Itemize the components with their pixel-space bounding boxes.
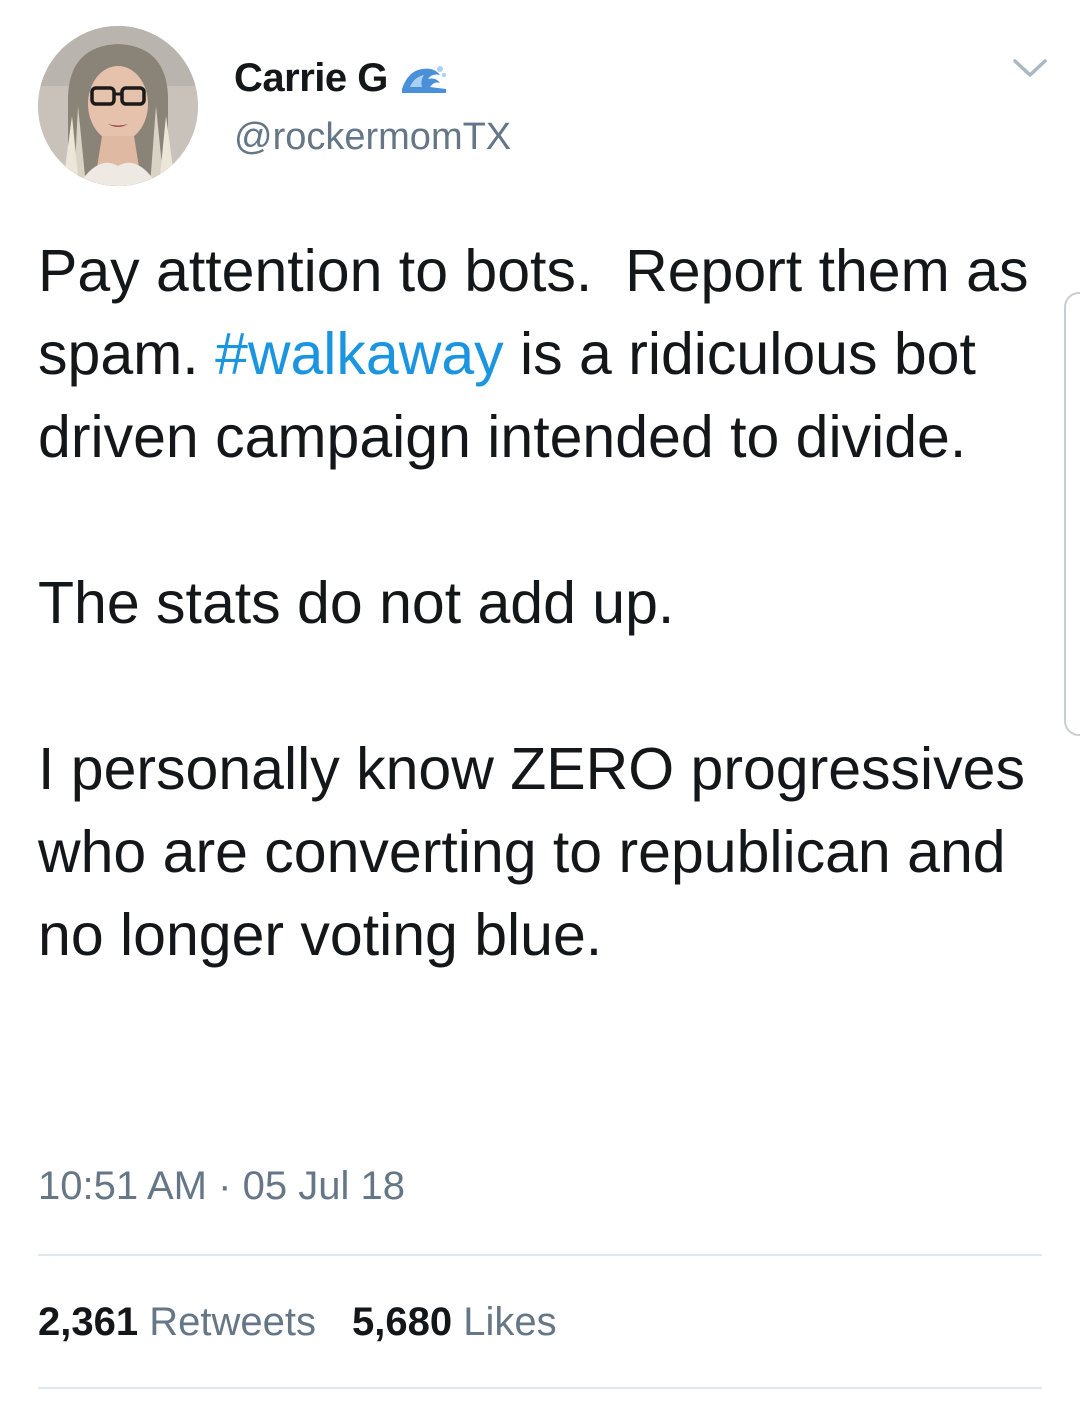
tweet-paragraph: The stats do not add up. (38, 570, 675, 636)
likes-count: 5,680 (351, 1300, 453, 1344)
timestamp-separator: · (218, 1164, 232, 1208)
retweets-stat[interactable]: 2,361 Retweets (38, 1300, 316, 1344)
hashtag-link[interactable]: #walkaway (215, 321, 504, 387)
tweet-timestamp[interactable]: 10:51 AM · 05 Jul 18 (38, 1164, 405, 1209)
retweets-label: Retweets (149, 1300, 316, 1344)
tweet-stats: 2,361 Retweets 5,680 Likes (38, 1300, 557, 1345)
tweet-date: 05 Jul 18 (242, 1164, 405, 1208)
author-handle[interactable]: @rockermomTX (234, 116, 511, 159)
likes-stat[interactable]: 5,680 Likes (352, 1300, 557, 1344)
chevron-down-icon[interactable] (1012, 56, 1048, 80)
likes-label: Likes (463, 1300, 557, 1344)
author-display-name[interactable]: Carrie G (234, 56, 388, 101)
water-wave-icon (401, 66, 446, 93)
scrollbar[interactable] (1064, 292, 1080, 736)
tweet-paragraph: I personally know ZERO progressives who … (38, 736, 1025, 968)
avatar[interactable] (38, 26, 198, 186)
divider (38, 1387, 1042, 1389)
avatar-photo (38, 26, 198, 186)
author-name-row: Carrie G (234, 54, 448, 102)
tweet-time: 10:51 AM (38, 1164, 208, 1208)
divider (38, 1254, 1042, 1256)
tweet-text: Pay attention to bots. Report them as sp… (38, 230, 1038, 977)
retweets-count: 2,361 (38, 1300, 139, 1344)
tweet-paragraph: Pay attention to bots. Report them as sp… (38, 230, 1038, 479)
